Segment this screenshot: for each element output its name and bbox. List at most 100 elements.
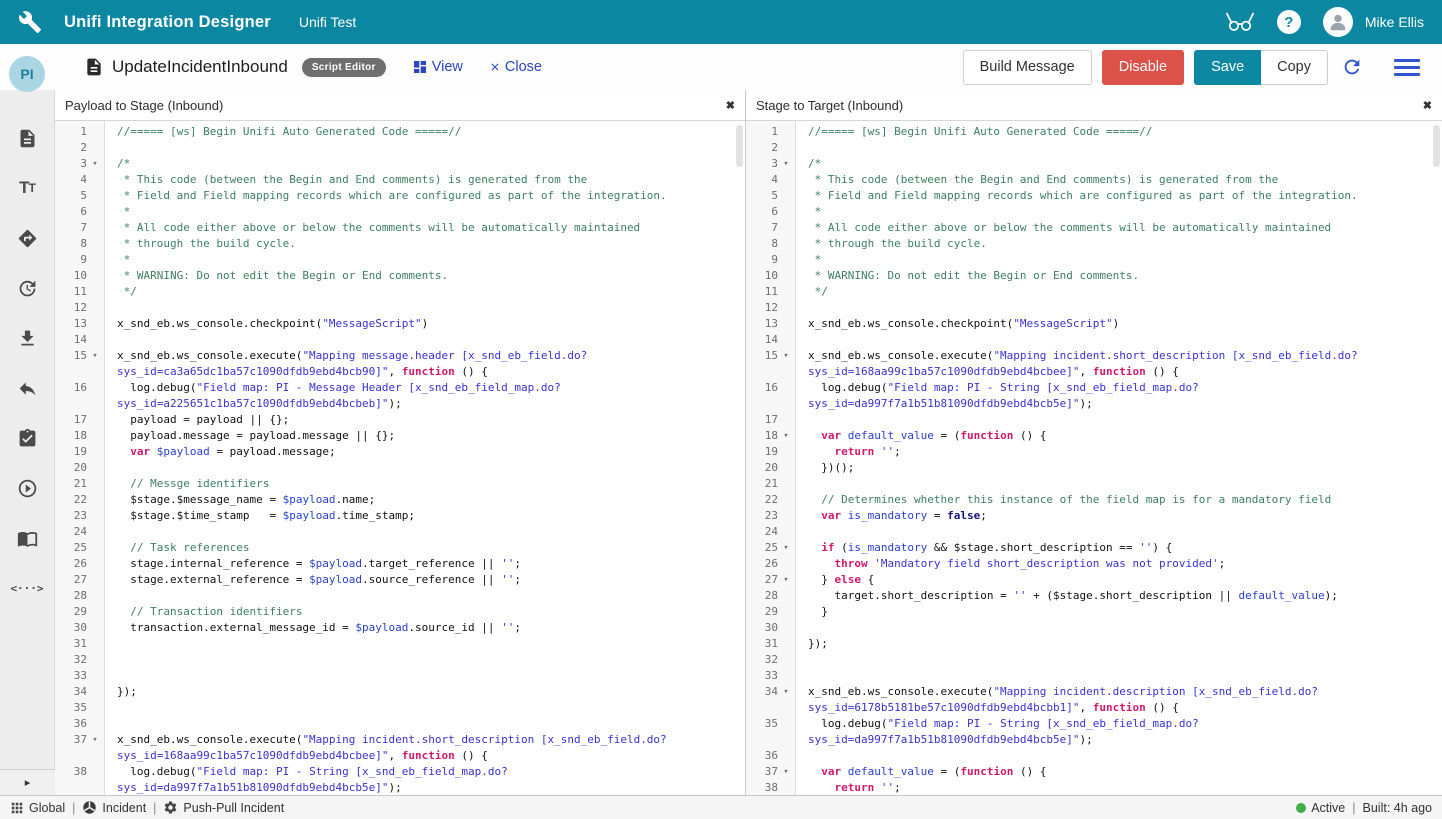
wrench-icon[interactable] <box>18 10 42 34</box>
code-text[interactable] <box>105 652 745 668</box>
code-line[interactable]: 5 * Field and Field mapping records whic… <box>746 188 1442 204</box>
code-text[interactable]: * through the build cycle. <box>105 236 745 252</box>
fold-arrow-icon[interactable]: ▾ <box>778 540 794 556</box>
code-line[interactable]: 26 throw 'Mandatory field short_descript… <box>746 556 1442 572</box>
code-text[interactable]: /* <box>105 156 745 172</box>
code-text[interactable]: * <box>105 204 745 220</box>
code-line[interactable]: 33 <box>55 668 745 684</box>
code-text[interactable]: payload = payload || {}; <box>105 412 745 428</box>
sidebar-expand-button[interactable]: ▸ <box>0 769 55 795</box>
code-line[interactable]: 37▾ var default_value = (function () { <box>746 764 1442 780</box>
close-button[interactable]: Close <box>489 59 542 75</box>
code-text[interactable]: x_snd_eb.ws_console.checkpoint("MessageS… <box>105 316 745 332</box>
code-line[interactable]: 10 * WARNING: Do not edit the Begin or E… <box>55 268 745 284</box>
code-line[interactable]: 28 <box>55 588 745 604</box>
code-text[interactable]: }); <box>105 684 745 700</box>
code-text[interactable]: var default_value = (function () { <box>796 764 1442 780</box>
code-text[interactable]: log.debug("Field map: PI - Message Heade… <box>105 380 745 412</box>
code-line[interactable]: 32 <box>746 652 1442 668</box>
code-line[interactable]: 23 $stage.$time_stamp = $payload.time_st… <box>55 508 745 524</box>
code-line[interactable]: 22 // Determines whether this instance o… <box>746 492 1442 508</box>
code-text[interactable]: // Determines whether this instance of t… <box>796 492 1442 508</box>
code-line[interactable]: 33 <box>746 668 1442 684</box>
user-avatar[interactable] <box>1323 7 1353 37</box>
code-line[interactable]: 34}); <box>55 684 745 700</box>
code-text[interactable]: return ''; <box>796 780 1442 795</box>
code-text[interactable] <box>796 332 1442 348</box>
code-text[interactable] <box>105 524 745 540</box>
code-line[interactable]: 26 stage.internal_reference = $payload.t… <box>55 556 745 572</box>
code-text[interactable]: * Field and Field mapping records which … <box>796 188 1442 204</box>
code-line[interactable]: 25 // Task references <box>55 540 745 556</box>
code-line[interactable]: 9 * <box>746 252 1442 268</box>
code-line[interactable]: 30 <box>746 620 1442 636</box>
sidebar-item-docs[interactable] <box>15 526 39 550</box>
code-line[interactable]: 1//===== [ws] Begin Unifi Auto Generated… <box>746 124 1442 140</box>
scrollbar-thumb[interactable] <box>1433 125 1440 167</box>
code-line[interactable]: 21 <box>746 476 1442 492</box>
code-text[interactable]: x_snd_eb.ws_console.checkpoint("MessageS… <box>796 316 1442 332</box>
code-text[interactable]: stage.external_reference = $payload.sour… <box>105 572 745 588</box>
code-text[interactable]: * <box>796 204 1442 220</box>
code-text[interactable]: // Messge identifiers <box>105 476 745 492</box>
sidebar-item-file[interactable] <box>15 126 39 150</box>
fold-arrow-icon[interactable]: ▾ <box>778 428 794 444</box>
code-text[interactable]: } <box>796 604 1442 620</box>
code-line[interactable]: 31 <box>55 636 745 652</box>
code-line[interactable]: 27▾ } else { <box>746 572 1442 588</box>
code-text[interactable]: //===== [ws] Begin Unifi Auto Generated … <box>105 124 745 140</box>
code-text[interactable]: * All code either above or below the com… <box>105 220 745 236</box>
code-line[interactable]: 35 log.debug("Field map: PI - String [x_… <box>746 716 1442 748</box>
code-line[interactable]: 19 var $payload = payload.message; <box>55 444 745 460</box>
code-line[interactable]: 2 <box>746 140 1442 156</box>
sidebar-item-history[interactable] <box>15 276 39 300</box>
sidebar-item-text-format[interactable]: TT <box>15 176 39 200</box>
code-line[interactable]: 10 * WARNING: Do not edit the Begin or E… <box>746 268 1442 284</box>
code-line[interactable]: 25▾ if (is_mandatory && $stage.short_des… <box>746 540 1442 556</box>
code-line[interactable]: 7 * All code either above or below the c… <box>55 220 745 236</box>
pane-close-icon[interactable]: ✖ <box>1423 99 1432 112</box>
code-line[interactable]: 19 return ''; <box>746 444 1442 460</box>
code-line[interactable]: 16 log.debug("Field map: PI - String [x_… <box>746 380 1442 412</box>
code-text[interactable]: x_snd_eb.ws_console.execute("Mapping inc… <box>105 732 745 764</box>
process-avatar[interactable]: PI <box>9 56 45 92</box>
code-line[interactable]: 2 <box>55 140 745 156</box>
code-text[interactable] <box>105 300 745 316</box>
code-text[interactable]: var $payload = payload.message; <box>105 444 745 460</box>
code-line[interactable]: 15▾x_snd_eb.ws_console.execute("Mapping … <box>55 348 745 380</box>
code-text[interactable]: payload.message = payload.message || {}; <box>105 428 745 444</box>
code-line[interactable]: 11 */ <box>55 284 745 300</box>
code-line[interactable]: 5 * Field and Field mapping records whic… <box>55 188 745 204</box>
code-line[interactable]: 6 * <box>55 204 745 220</box>
code-text[interactable]: // Task references <box>105 540 745 556</box>
code-text[interactable]: */ <box>796 284 1442 300</box>
glasses-icon[interactable] <box>1225 11 1255 33</box>
code-line[interactable]: 36 <box>746 748 1442 764</box>
code-line[interactable]: 16 log.debug("Field map: PI - Message He… <box>55 380 745 412</box>
code-text[interactable]: * This code (between the Begin and End c… <box>105 172 745 188</box>
code-text[interactable] <box>796 300 1442 316</box>
code-line[interactable]: 18▾ var default_value = (function () { <box>746 428 1442 444</box>
user-name[interactable]: Mike Ellis <box>1365 14 1424 30</box>
code-line[interactable]: 29 // Transaction identifiers <box>55 604 745 620</box>
code-text[interactable]: stage.internal_reference = $payload.targ… <box>105 556 745 572</box>
code-text[interactable]: target.short_description = '' + ($stage.… <box>796 588 1442 604</box>
scope-item[interactable]: Global <box>10 801 65 815</box>
code-text[interactable] <box>105 700 745 716</box>
code-line[interactable]: 12 <box>55 300 745 316</box>
code-text[interactable]: * <box>796 252 1442 268</box>
code-text[interactable] <box>796 524 1442 540</box>
code-text[interactable]: log.debug("Field map: PI - String [x_snd… <box>796 380 1442 412</box>
sidebar-item-run[interactable] <box>15 476 39 500</box>
code-line[interactable]: 29 } <box>746 604 1442 620</box>
integration-item[interactable]: Push-Pull Incident <box>163 800 284 815</box>
code-text[interactable]: * WARNING: Do not edit the Begin or End … <box>796 268 1442 284</box>
code-text[interactable] <box>105 668 745 684</box>
code-text[interactable] <box>796 140 1442 156</box>
code-line[interactable]: 13x_snd_eb.ws_console.checkpoint("Messag… <box>55 316 745 332</box>
code-line[interactable]: 4 * This code (between the Begin and End… <box>55 172 745 188</box>
fold-arrow-icon[interactable]: ▾ <box>778 348 794 380</box>
code-text[interactable] <box>796 668 1442 684</box>
scrollbar-thumb[interactable] <box>736 125 743 167</box>
code-line[interactable]: 12 <box>746 300 1442 316</box>
